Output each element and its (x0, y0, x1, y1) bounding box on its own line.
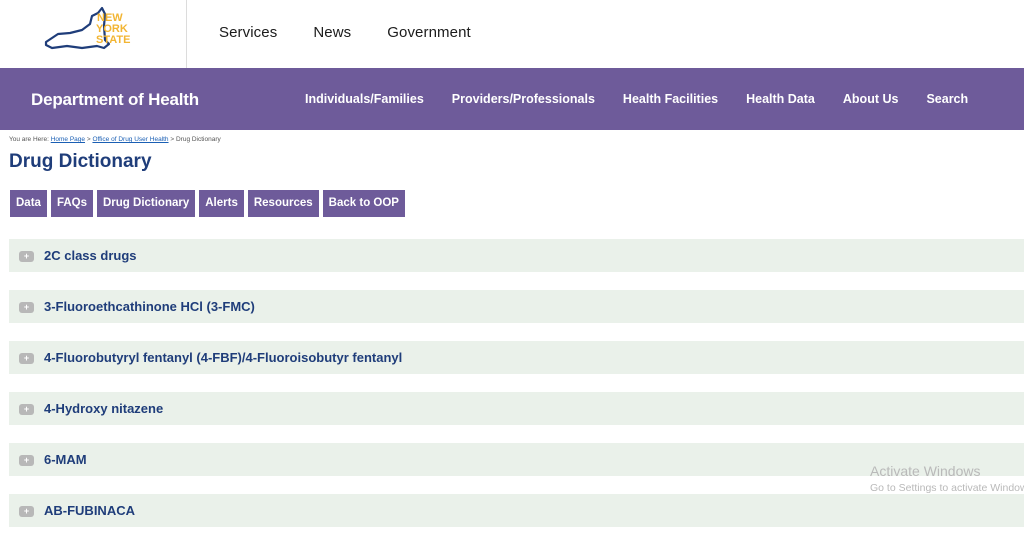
accordion-item-label[interactable]: 4-Fluorobutyryl fentanyl (4-FBF)/4-Fluor… (44, 350, 402, 365)
expand-plus-icon[interactable]: + (19, 455, 34, 466)
logo-word-state: STATE (96, 34, 130, 46)
agency-title[interactable]: Department of Health (31, 90, 199, 110)
page-title: Drug Dictionary (9, 151, 152, 172)
breadcrumb: You are Here: Home Page > Office of Drug… (9, 136, 221, 143)
watermark-title: Activate Windows (870, 463, 981, 479)
accordion-item[interactable]: + 4-Fluorobutyryl fentanyl (4-FBF)/4-Flu… (9, 341, 1024, 374)
nav-news[interactable]: News (313, 24, 351, 41)
activate-windows-watermark: Activate Windows Go to Settings to activ… (870, 463, 1024, 494)
expand-plus-icon[interactable]: + (19, 302, 34, 313)
agency-bar: Department of Health Individuals/Familie… (0, 68, 1024, 130)
drug-accordion: + 2C class drugs + 3-Fluoroethcathinone … (9, 239, 1024, 545)
breadcrumb-prefix: You are Here: (9, 136, 49, 143)
global-nav: Services News Government (219, 24, 507, 41)
agency-nav-facilities[interactable]: Health Facilities (623, 92, 718, 106)
expand-plus-icon[interactable]: + (19, 506, 34, 517)
accordion-item[interactable]: + AB-FUBINACA (9, 494, 1024, 527)
accordion-item-label[interactable]: 6-MAM (44, 452, 87, 467)
agency-nav-providers[interactable]: Providers/Professionals (452, 92, 595, 106)
tab-data[interactable]: Data (10, 190, 47, 217)
expand-plus-icon[interactable]: + (19, 404, 34, 415)
agency-nav-individuals[interactable]: Individuals/Families (305, 92, 424, 106)
breadcrumb-home-link[interactable]: Home Page (51, 136, 85, 143)
accordion-item-label[interactable]: 4-Hydroxy nitazene (44, 401, 163, 416)
breadcrumb-current: Drug Dictionary (175, 136, 221, 143)
tab-back-to-oop[interactable]: Back to OOP (322, 190, 405, 217)
watermark-subtitle: Go to Settings to activate Windows. (870, 482, 1024, 494)
agency-nav-about[interactable]: About Us (843, 92, 899, 106)
accordion-item-label[interactable]: 2C class drugs (44, 248, 137, 263)
accordion-item[interactable]: + 4-Hydroxy nitazene (9, 392, 1024, 425)
breadcrumb-separator: > (86, 136, 91, 143)
breadcrumb-office-link[interactable]: Office of Drug User Health (92, 136, 168, 143)
accordion-item[interactable]: + 2C class drugs (9, 239, 1024, 272)
agency-nav: Individuals/Families Providers/Professio… (305, 92, 996, 106)
local-nav-tabs: Data FAQs Drug Dictionary Alerts Resourc… (10, 190, 409, 217)
tab-drug-dictionary[interactable]: Drug Dictionary (96, 190, 196, 217)
accordion-item[interactable]: + 3-Fluoroethcathinone HCl (3-FMC) (9, 290, 1024, 323)
tab-alerts[interactable]: Alerts (199, 190, 244, 217)
agency-nav-search[interactable]: Search (926, 92, 968, 106)
agency-nav-health-data[interactable]: Health Data (746, 92, 815, 106)
accordion-item-label[interactable]: AB-FUBINACA (44, 503, 135, 518)
nav-services[interactable]: Services (219, 24, 277, 41)
nys-logo[interactable]: NEW YORK STATE (0, 0, 187, 68)
nav-government[interactable]: Government (387, 24, 471, 41)
breadcrumb-separator: > (170, 136, 175, 143)
expand-plus-icon[interactable]: + (19, 353, 34, 364)
tab-resources[interactable]: Resources (247, 190, 319, 217)
tab-faqs[interactable]: FAQs (50, 190, 93, 217)
expand-plus-icon[interactable]: + (19, 251, 34, 262)
accordion-item-label[interactable]: 3-Fluoroethcathinone HCl (3-FMC) (44, 299, 255, 314)
nys-state-map-icon: NEW YORK STATE (44, 6, 130, 50)
global-header: NEW YORK STATE Services News Government (0, 0, 1024, 68)
